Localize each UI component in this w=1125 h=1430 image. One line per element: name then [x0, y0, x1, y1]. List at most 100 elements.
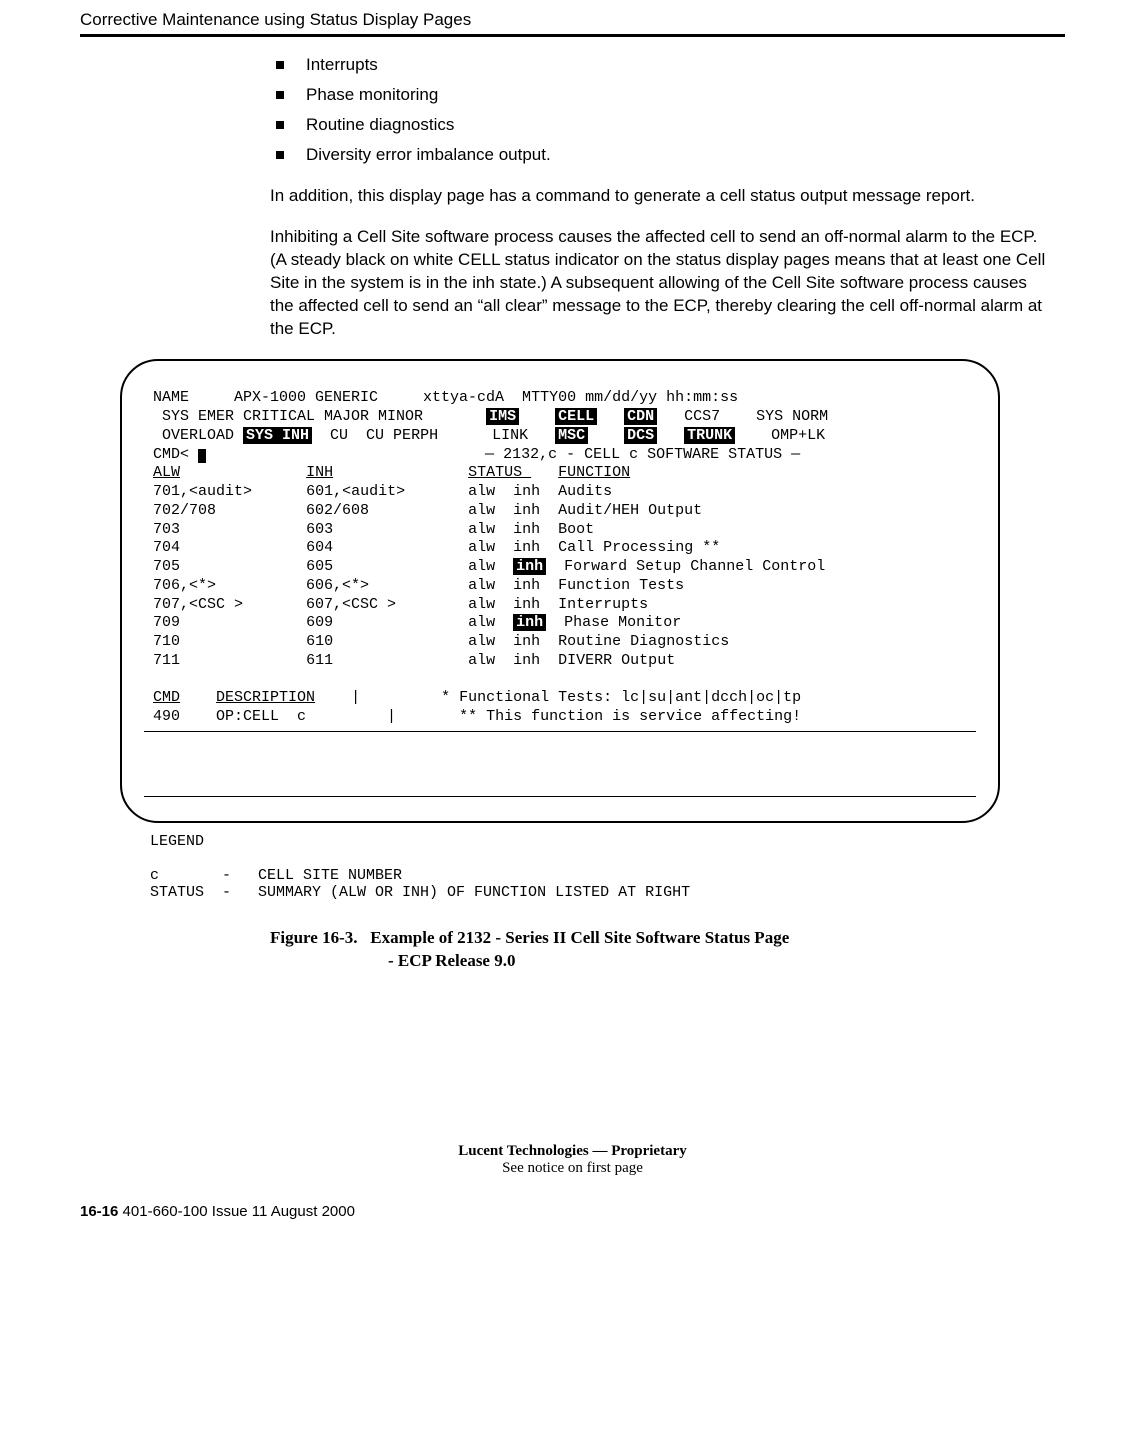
- legend-block: LEGEND c - CELL SITE NUMBER STATUS - SUM…: [150, 833, 1065, 901]
- cell-s1: alw: [468, 614, 495, 631]
- cell-inh: 609: [306, 614, 333, 631]
- cdn-indicator: CDN: [624, 408, 657, 425]
- bullet-item: Diversity error imbalance output.: [270, 145, 1065, 165]
- footer-line-1: Lucent Technologies — Proprietary: [80, 1143, 1065, 1160]
- cell-alw: 701,<audit>: [153, 483, 252, 500]
- cell-s1: alw: [468, 652, 495, 669]
- cell-alw: 710: [153, 633, 180, 650]
- sysinh-indicator: SYS INH: [243, 427, 312, 444]
- cell-s2: inh: [513, 614, 546, 631]
- terminal-screen: NAME APX-1000 GENERIC xttya-cdA MTTY00 m…: [120, 359, 1000, 824]
- bullet-item: Interrupts: [270, 55, 1065, 75]
- bullet-list: Interrupts Phase monitoring Routine diag…: [270, 55, 1065, 165]
- cell-alw: 703: [153, 521, 180, 538]
- cmd-prompt: CMD<: [144, 446, 198, 463]
- cell-inh: 603: [306, 521, 333, 538]
- figure-caption: Figure 16-3. Example of 2132 - Series II…: [270, 927, 1050, 973]
- cell-alw: 711: [153, 652, 180, 669]
- cmd-row: 490 OP:CELL c: [144, 708, 306, 725]
- note-line: ** This function is service affecting!: [459, 708, 801, 725]
- cell-s2: inh: [513, 633, 540, 650]
- page-footer-rest: 401-660-100 Issue 11 August 2000: [118, 1203, 355, 1220]
- text: [519, 408, 555, 425]
- cell-func: Boot: [558, 521, 594, 538]
- cell-s2: inh: [513, 577, 540, 594]
- cell-alw: 702/708: [153, 502, 216, 519]
- cell-func: Audit/HEH Output: [558, 502, 702, 519]
- ims-indicator: IMS: [486, 408, 519, 425]
- col-status: STATUS: [468, 464, 531, 481]
- msc-indicator: MSC: [555, 427, 588, 444]
- cell-alw: 705: [153, 558, 180, 575]
- cell-inh: 607,<CSC >: [306, 596, 396, 613]
- cell-alw: 706,<*>: [153, 577, 216, 594]
- cell-s2: inh: [513, 521, 540, 538]
- status-line: — 2132,c - CELL c SOFTWARE STATUS —: [206, 446, 800, 463]
- cell-inh: 604: [306, 539, 333, 556]
- cell-func: Audits: [558, 483, 612, 500]
- cell-s2: inh: [513, 596, 540, 613]
- terminal-line: OVERLOAD: [144, 427, 243, 444]
- cell-indicator-text: CELL: [458, 250, 500, 269]
- bullet-item: Routine diagnostics: [270, 115, 1065, 135]
- cell-s1: alw: [468, 596, 495, 613]
- text: CU CU PERPH LINK: [312, 427, 555, 444]
- cell-s1: alw: [468, 558, 495, 575]
- legend-title: LEGEND: [150, 833, 204, 850]
- proprietary-footer: Lucent Technologies — Proprietary See no…: [80, 1143, 1065, 1177]
- text: [588, 427, 624, 444]
- cell-func: Phase Monitor: [564, 614, 681, 631]
- col-inh: INH: [306, 464, 333, 481]
- cell-s2: inh: [513, 539, 540, 556]
- divider: [144, 796, 976, 797]
- text: [597, 408, 624, 425]
- text: [657, 427, 684, 444]
- cell-s2: inh: [513, 652, 540, 669]
- cell-func: Forward Setup Channel Control: [564, 558, 825, 575]
- cell-s1: alw: [468, 539, 495, 556]
- cell-inh: 606,<*>: [306, 577, 369, 594]
- col-alw: ALW: [153, 464, 180, 481]
- footer-line-2: See notice on first page: [80, 1160, 1065, 1177]
- cell-func: Interrupts: [558, 596, 648, 613]
- paragraph: In addition, this display page has a com…: [270, 185, 1050, 208]
- cell-inh: 611: [306, 652, 333, 669]
- paragraph: Inhibiting a Cell Site software process …: [270, 226, 1050, 341]
- cell-alw: 707,<CSC >: [153, 596, 243, 613]
- page-number: 16-16: [80, 1203, 118, 1220]
- cell-func: Routine Diagnostics: [558, 633, 729, 650]
- terminal-line: SYS EMER CRITICAL MAJOR MINOR: [144, 408, 486, 425]
- cell-inh: 601,<audit>: [306, 483, 405, 500]
- cell-s1: alw: [468, 577, 495, 594]
- cell-func: Function Tests: [558, 577, 684, 594]
- cell-func: Call Processing **: [558, 539, 720, 556]
- cell-alw: 704: [153, 539, 180, 556]
- cell-inh: 610: [306, 633, 333, 650]
- cursor-icon: [198, 449, 206, 463]
- divider: [144, 731, 976, 732]
- trunk-indicator: TRUNK: [684, 427, 735, 444]
- cell-s1: alw: [468, 483, 495, 500]
- desc-header: DESCRIPTION: [216, 689, 315, 706]
- legend-line: c - CELL SITE NUMBER: [150, 867, 402, 884]
- text: CCS7 SYS NORM: [657, 408, 828, 425]
- figure-text-2: - ECP Release 9.0: [388, 950, 1050, 973]
- cell-s2: inh: [513, 502, 540, 519]
- cell-func: DIVERR Output: [558, 652, 675, 669]
- cmd-header: CMD: [153, 689, 180, 706]
- text: OMP+LK: [735, 427, 825, 444]
- figure-text: Example of 2132 - Series II Cell Site So…: [370, 928, 789, 947]
- figure-label: Figure 16-3.: [270, 928, 358, 947]
- cell-inh: 602/608: [306, 502, 369, 519]
- terminal-line: NAME APX-1000 GENERIC xttya-cdA MTTY00 m…: [144, 389, 738, 406]
- bullet-item: Phase monitoring: [270, 85, 1065, 105]
- cell-s2: inh: [513, 558, 546, 575]
- cell-s2: inh: [513, 483, 540, 500]
- legend-line: STATUS - SUMMARY (ALW OR INH) OF FUNCTIO…: [150, 884, 690, 901]
- note-line: * Functional Tests: lc|su|ant|dcch|oc|tp: [432, 689, 801, 706]
- cell-s1: alw: [468, 502, 495, 519]
- col-function: FUNCTION: [558, 464, 630, 481]
- cell-alw: 709: [153, 614, 180, 631]
- page-footer: 16-16 401-660-100 Issue 11 August 2000: [80, 1203, 1065, 1220]
- header-rule: [80, 34, 1065, 37]
